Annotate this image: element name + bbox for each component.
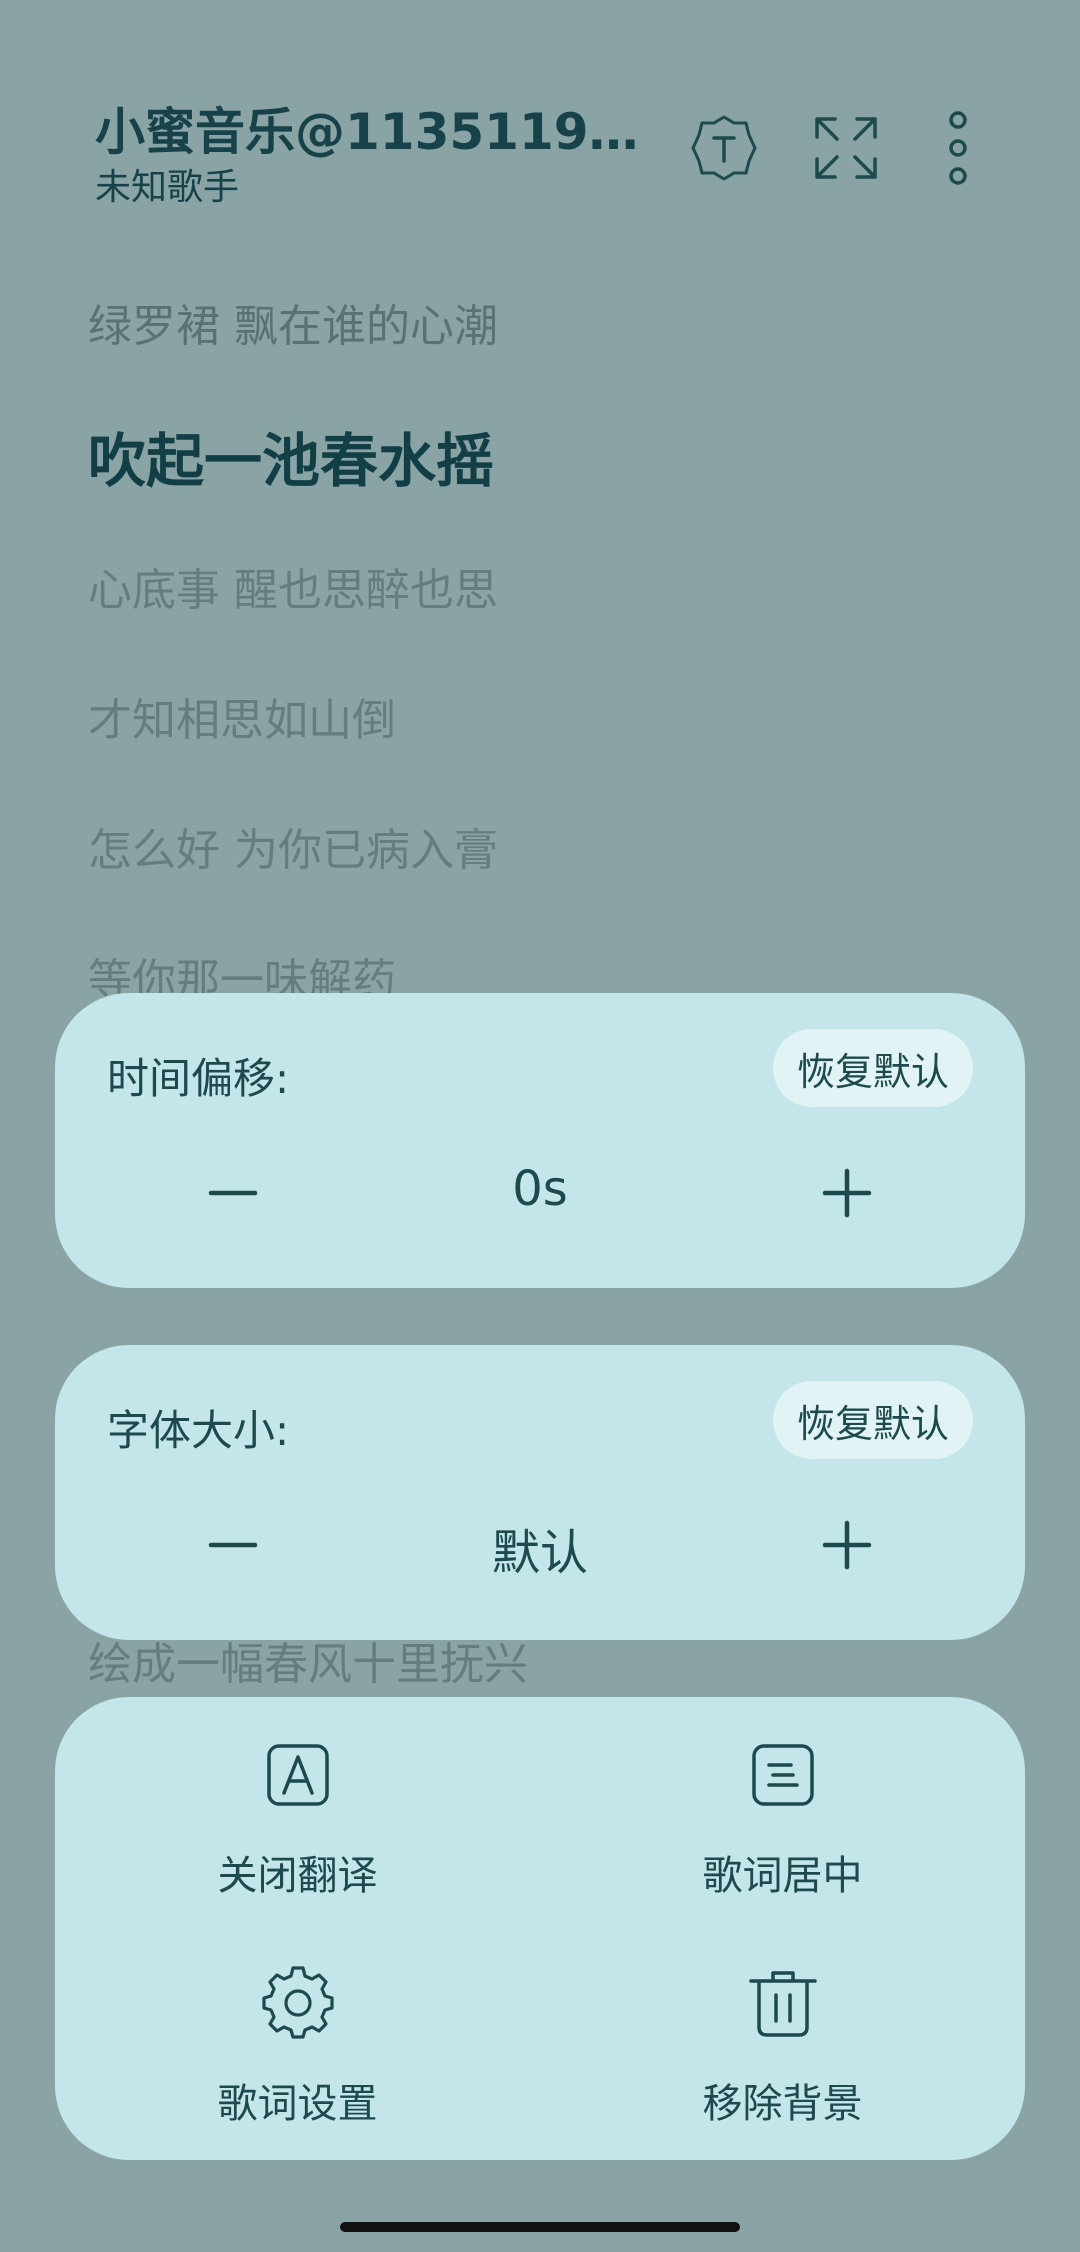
- plus-icon: [822, 1168, 872, 1218]
- font-size-card: 字体大小: 恢复默认 默认: [55, 1345, 1025, 1640]
- center-lyrics-button[interactable]: 歌词居中: [540, 1697, 1025, 1917]
- lyric-settings-label: 歌词设置: [217, 2081, 378, 2127]
- lyric-settings-button[interactable]: 歌词设置: [55, 1925, 540, 2145]
- time-offset-card: 时间偏移: 恢复默认 0s: [55, 993, 1025, 1288]
- text-badge-icon: [691, 115, 757, 181]
- letter-a-icon: [266, 1744, 329, 1806]
- home-indicator[interactable]: [340, 2222, 740, 2232]
- align-center-icon: [751, 1744, 814, 1806]
- fullscreen-button[interactable]: [806, 108, 886, 188]
- player-header: 小蜜音乐@1135119556... 未知歌手: [0, 0, 1080, 240]
- close-translation-label: 关闭翻译: [217, 1853, 378, 1899]
- font-size-reset-button[interactable]: 恢复默认: [772, 1381, 973, 1459]
- remove-background-button[interactable]: 移除背景: [540, 1925, 1025, 2145]
- lyric-line[interactable]: 绿罗裙 飘在谁的心潮: [88, 290, 498, 354]
- center-lyrics-label: 歌词居中: [702, 1853, 863, 1899]
- close-translation-button[interactable]: 关闭翻译: [55, 1697, 540, 1917]
- lyric-line[interactable]: 怎么好 为你已病入膏: [88, 814, 498, 878]
- expand-icon: [815, 117, 877, 179]
- more-vertical-icon: [949, 111, 967, 185]
- remove-background-label: 移除背景: [702, 2081, 863, 2127]
- lyric-line[interactable]: 心底事 醒也思醉也思: [88, 554, 498, 618]
- font-size-increase-button[interactable]: [797, 1495, 897, 1595]
- lyric-line[interactable]: 才知相思如山倒: [88, 684, 396, 748]
- translate-toggle-button[interactable]: [684, 108, 764, 188]
- more-options-button[interactable]: [918, 108, 998, 188]
- font-size-label: 字体大小:: [107, 1406, 290, 1455]
- time-offset-label: 时间偏移:: [107, 1054, 290, 1103]
- gear-icon: [261, 1966, 334, 2039]
- trash-icon: [748, 1971, 817, 2037]
- time-offset-increase-button[interactable]: [797, 1143, 897, 1243]
- plus-icon: [822, 1520, 872, 1570]
- artist-name: 未知歌手: [95, 167, 240, 208]
- time-offset-reset-button[interactable]: 恢复默认: [772, 1029, 973, 1107]
- lyric-line-current[interactable]: 吹起一池春水摇: [88, 414, 494, 498]
- lyric-actions-card: 关闭翻译 歌词居中 歌词设置 移除背景: [55, 1697, 1025, 2160]
- song-title: 小蜜音乐@1135119556...: [95, 103, 655, 161]
